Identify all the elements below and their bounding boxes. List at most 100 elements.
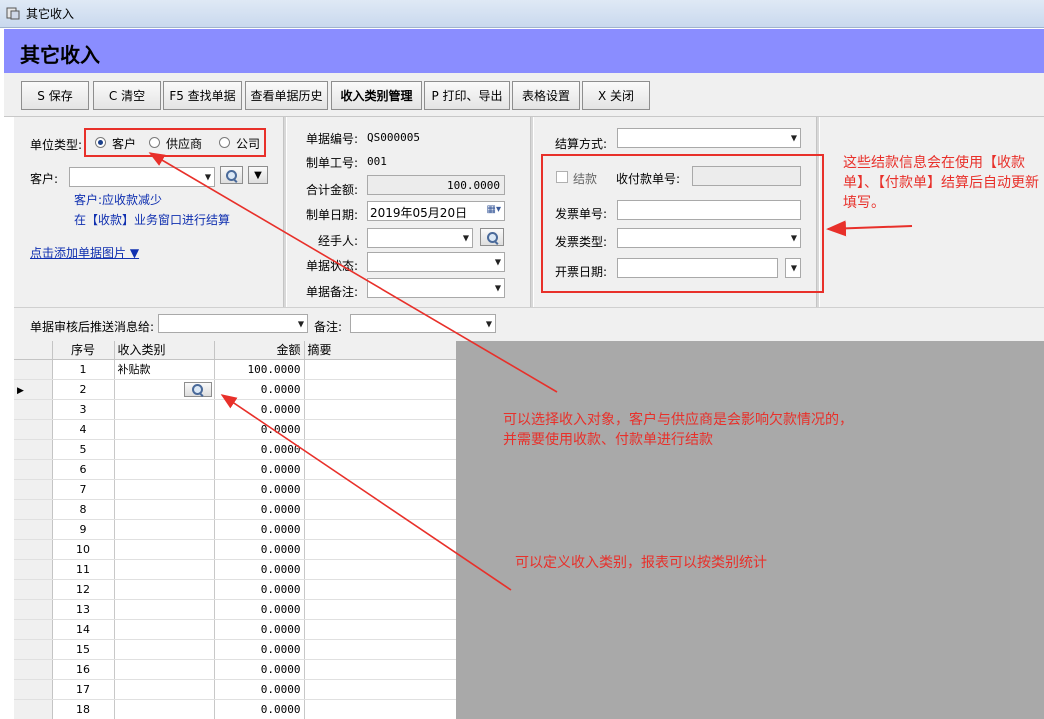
cell-amount[interactable]: 0.0000 (214, 459, 305, 480)
cell-amount[interactable]: 0.0000 (214, 499, 305, 520)
cell-category[interactable] (114, 519, 215, 540)
cell-amount[interactable]: 0.0000 (214, 439, 305, 460)
table-row[interactable]: 17 0.0000 (14, 679, 456, 700)
table-row[interactable]: 15 0.0000 (14, 639, 456, 660)
cell-category[interactable] (114, 679, 215, 700)
date-picker[interactable]: 2019年05月20日 ▦▾ (367, 201, 505, 221)
table-row[interactable]: 3 0.0000 (14, 399, 456, 420)
cell-category[interactable] (114, 479, 215, 500)
cell-amount[interactable]: 0.0000 (214, 559, 305, 580)
cell-category[interactable] (114, 619, 215, 640)
cell-category[interactable] (114, 639, 215, 660)
row-header[interactable] (14, 699, 53, 719)
table-row[interactable]: 16 0.0000 (14, 659, 456, 680)
cell-category[interactable] (114, 459, 215, 480)
settle-checkbox[interactable] (556, 171, 568, 183)
row-header[interactable] (14, 539, 53, 560)
row-header[interactable] (14, 639, 53, 660)
cell-amount[interactable]: 0.0000 (214, 639, 305, 660)
cell-summary[interactable] (304, 659, 456, 680)
cell-summary[interactable] (304, 579, 456, 600)
column-header-no[interactable]: 序号 (52, 341, 115, 360)
income-grid[interactable]: 序号 收入类别 金额 摘要 1 补贴款 100.0000 ▶ 2 0.0000 3 0.000… (14, 341, 456, 719)
cell-amount[interactable]: 0.0000 (214, 379, 305, 400)
find-document-button[interactable]: F5 查找单据 (163, 81, 242, 110)
doc-status-select[interactable] (367, 252, 505, 272)
print-export-button[interactable]: P 打印、导出 (424, 81, 510, 110)
table-row[interactable]: 11 0.0000 (14, 559, 456, 580)
row-header[interactable] (14, 439, 53, 460)
row-header[interactable] (14, 619, 53, 640)
cell-summary[interactable] (304, 499, 456, 520)
save-button[interactable]: S 保存 (21, 81, 89, 110)
table-row[interactable]: 12 0.0000 (14, 579, 456, 600)
invoice-type-select[interactable] (617, 228, 801, 248)
cell-amount[interactable]: 100.0000 (214, 359, 305, 380)
row-header[interactable] (14, 459, 53, 480)
unit-type-company-label[interactable]: 公司 (236, 135, 260, 152)
cell-summary[interactable] (304, 619, 456, 640)
cell-summary[interactable] (304, 559, 456, 580)
table-row[interactable]: 4 0.0000 (14, 419, 456, 440)
table-row[interactable]: 8 0.0000 (14, 499, 456, 520)
row-header[interactable] (14, 399, 53, 420)
cell-summary[interactable] (304, 379, 456, 400)
cell-category[interactable] (114, 559, 215, 580)
row-header[interactable]: ▶ (14, 379, 53, 400)
cell-amount[interactable]: 0.0000 (214, 539, 305, 560)
handler-select[interactable] (367, 228, 473, 248)
unit-type-customer-label[interactable]: 客户 (112, 135, 136, 152)
cell-summary[interactable] (304, 419, 456, 440)
column-header-amount[interactable]: 金额 (214, 341, 305, 360)
cell-summary[interactable] (304, 399, 456, 420)
table-row[interactable]: 7 0.0000 (14, 479, 456, 500)
cell-category[interactable] (114, 439, 215, 460)
cell-category[interactable] (114, 599, 215, 620)
cell-summary[interactable] (304, 679, 456, 700)
table-row[interactable]: ▶ 2 0.0000 (14, 379, 456, 400)
cell-category[interactable] (114, 579, 215, 600)
cell-amount[interactable]: 0.0000 (214, 599, 305, 620)
table-row[interactable]: 18 0.0000 (14, 699, 456, 719)
cell-summary[interactable] (304, 539, 456, 560)
cell-amount[interactable]: 0.0000 (214, 679, 305, 700)
row-header[interactable] (14, 559, 53, 580)
table-row[interactable]: 6 0.0000 (14, 459, 456, 480)
cell-amount[interactable]: 0.0000 (214, 659, 305, 680)
unit-type-company-radio[interactable] (219, 137, 230, 148)
table-row[interactable]: 5 0.0000 (14, 439, 456, 460)
cell-category[interactable] (114, 699, 215, 719)
cell-summary[interactable] (304, 459, 456, 480)
table-row[interactable]: 9 0.0000 (14, 519, 456, 540)
cell-category[interactable] (114, 499, 215, 520)
cell-summary[interactable] (304, 359, 456, 380)
cell-summary[interactable] (304, 639, 456, 660)
row-header[interactable] (14, 679, 53, 700)
row-header[interactable] (14, 579, 53, 600)
cell-amount[interactable]: 0.0000 (214, 419, 305, 440)
cell-amount[interactable]: 0.0000 (214, 399, 305, 420)
handler-search-button[interactable] (480, 228, 504, 246)
row-header[interactable] (14, 499, 53, 520)
document-history-button[interactable]: 查看单据历史 (245, 81, 328, 110)
row-header[interactable] (14, 419, 53, 440)
cell-category[interactable] (114, 399, 215, 420)
notify-select[interactable] (158, 314, 308, 333)
cell-category[interactable] (114, 659, 215, 680)
add-document-image-link[interactable]: 点击添加单据图片 ▼ (30, 244, 139, 261)
table-row[interactable]: 13 0.0000 (14, 599, 456, 620)
cell-summary[interactable] (304, 479, 456, 500)
row-header[interactable] (14, 479, 53, 500)
table-row[interactable]: 1 补贴款 100.0000 (14, 359, 456, 380)
row-header[interactable] (14, 599, 53, 620)
table-row[interactable]: 10 0.0000 (14, 539, 456, 560)
cell-amount[interactable]: 0.0000 (214, 699, 305, 719)
cell-category[interactable] (114, 539, 215, 560)
cell-category[interactable] (114, 379, 215, 400)
column-header-category[interactable]: 收入类别 (114, 341, 215, 360)
clear-button[interactable]: C 清空 (93, 81, 161, 110)
close-button[interactable]: X 关闭 (582, 81, 650, 110)
cell-amount[interactable]: 0.0000 (214, 519, 305, 540)
doc-remark-select[interactable] (367, 278, 505, 298)
table-row[interactable]: 14 0.0000 (14, 619, 456, 640)
